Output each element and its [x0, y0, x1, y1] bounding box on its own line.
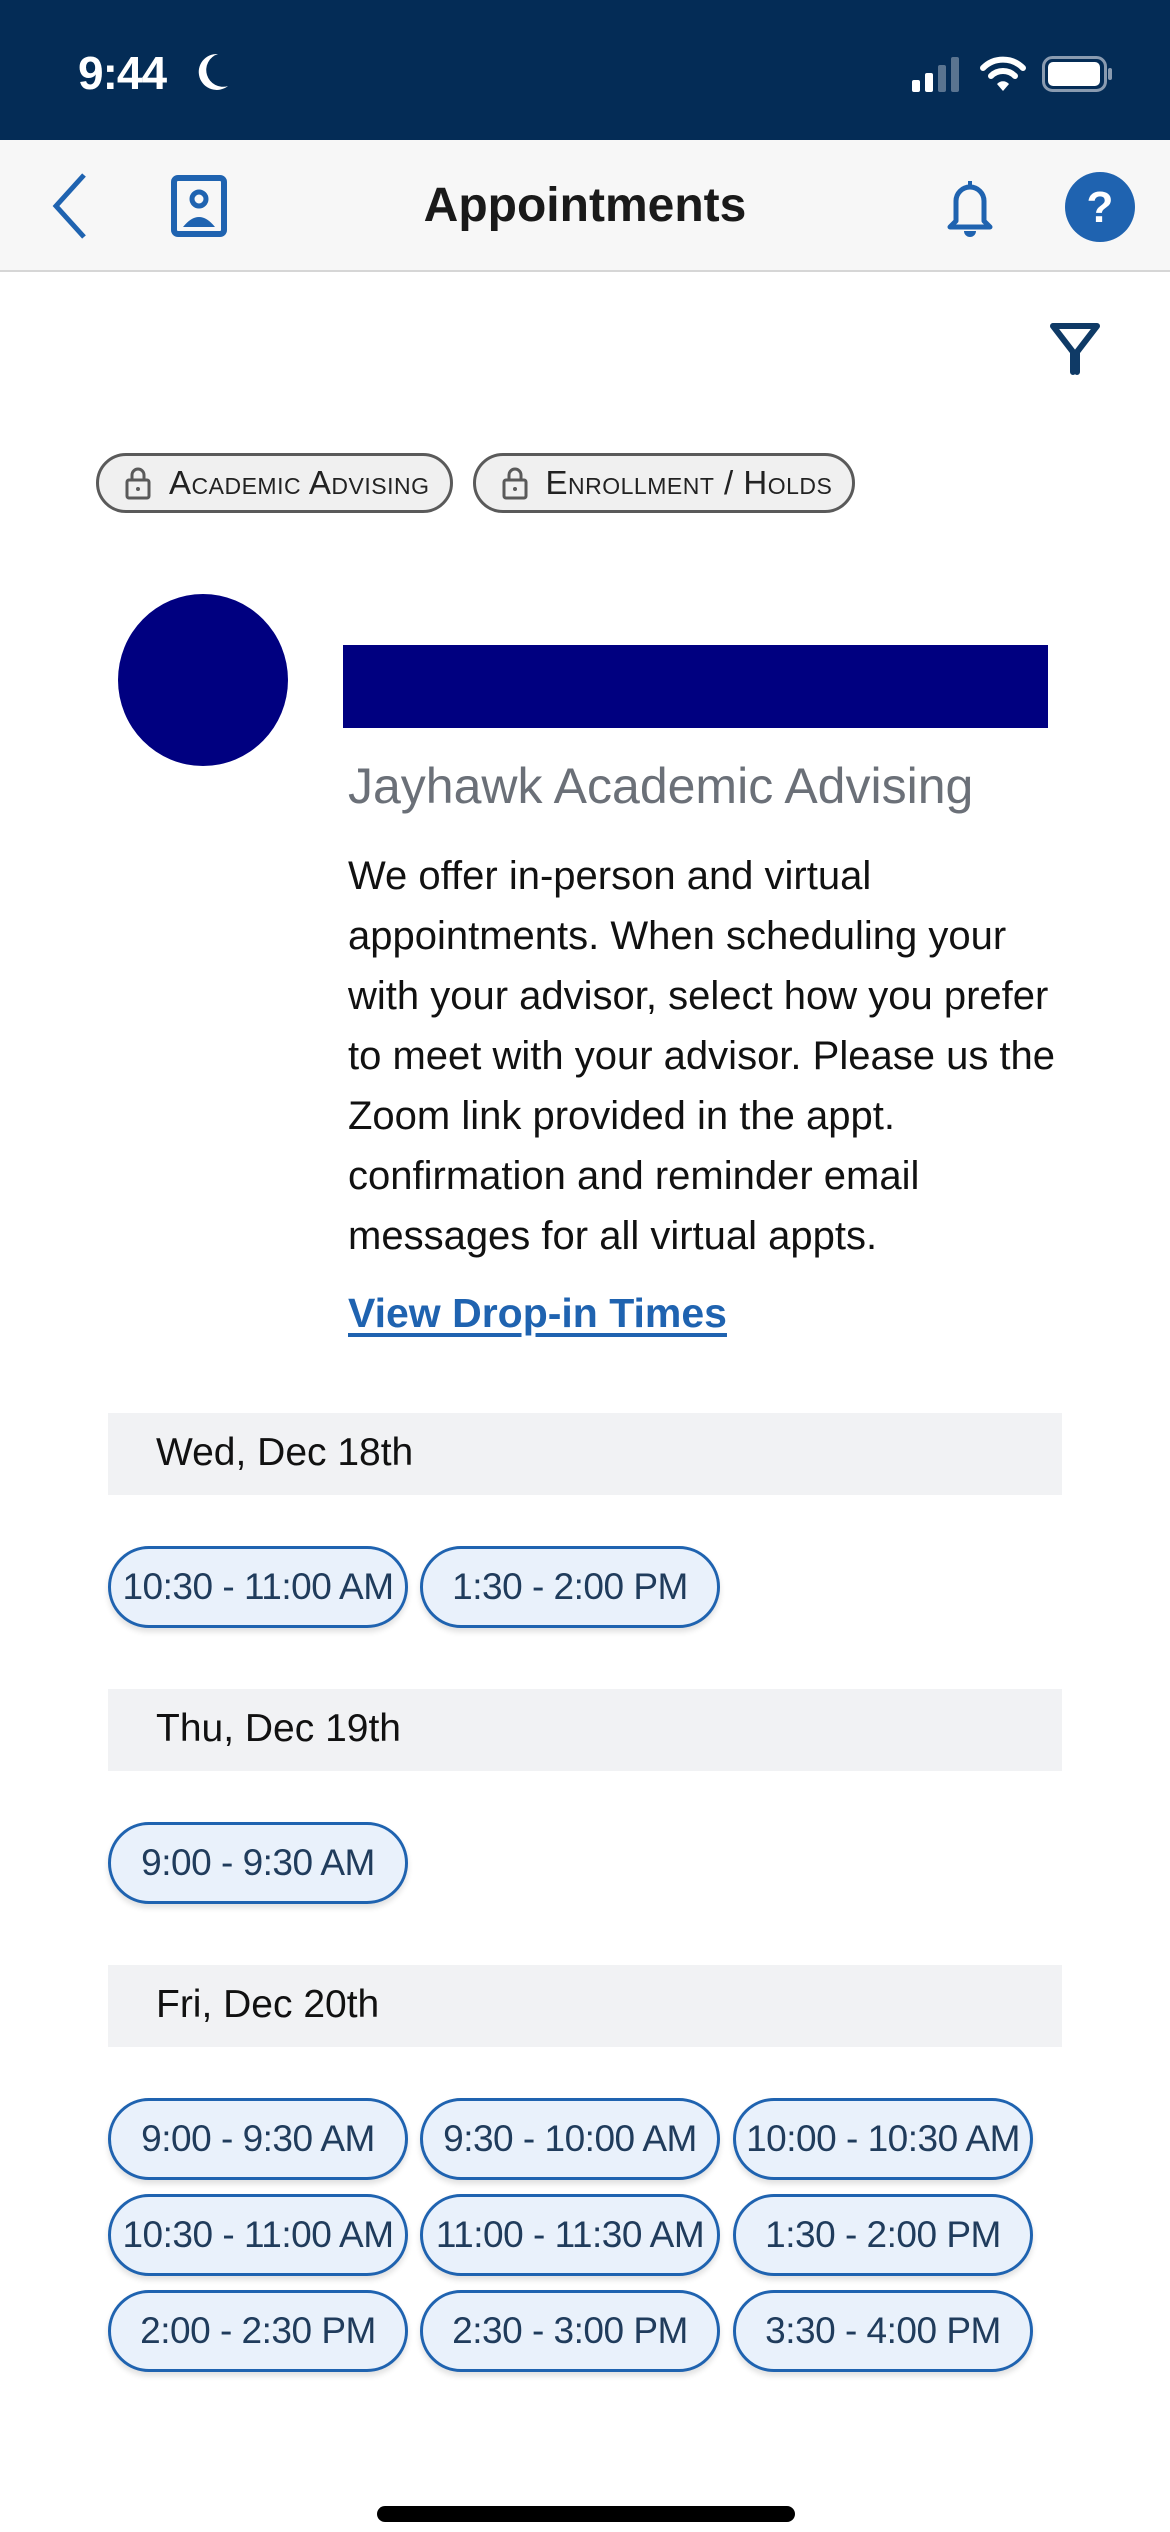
- date-label: Wed, Dec 18th: [156, 1431, 414, 1474]
- status-time: 9:44: [78, 47, 167, 99]
- home-indicator[interactable]: [377, 2506, 795, 2522]
- date-header: Thu, Dec 19th: [108, 1689, 1062, 1771]
- chip-label: Academic Advising: [169, 464, 430, 501]
- chip-enrollment-holds[interactable]: Enrollment / Holds: [472, 453, 856, 513]
- filter-icon: [1050, 323, 1100, 375]
- svg-text:?: ?: [1087, 183, 1114, 232]
- lock-icon: [125, 467, 151, 500]
- time-slot-button[interactable]: 10:00 - 10:30 AM: [733, 2098, 1033, 2180]
- help-button[interactable]: ?: [1064, 171, 1136, 243]
- time-slot-button[interactable]: 2:30 - 3:00 PM: [420, 2290, 720, 2372]
- advisor-org-name: Jayhawk Academic Advising: [348, 758, 974, 814]
- cellular-signal-icon: [912, 57, 959, 92]
- time-slot-button[interactable]: 11:00 - 11:30 AM: [420, 2194, 720, 2276]
- date-label: Thu, Dec 19th: [156, 1707, 401, 1750]
- time-slot-button[interactable]: 3:30 - 4:00 PM: [733, 2290, 1033, 2372]
- chip-label: Enrollment / Holds: [545, 464, 833, 501]
- time-slot-button[interactable]: 10:30 - 11:00 AM: [108, 2194, 408, 2276]
- time-slot-button[interactable]: 1:30 - 2:00 PM: [733, 2194, 1033, 2276]
- date-header: Wed, Dec 18th: [108, 1413, 1062, 1495]
- battery-icon: [1042, 56, 1112, 92]
- time-slot-button[interactable]: 9:00 - 9:30 AM: [108, 1822, 408, 1904]
- advisor-avatar: [118, 594, 288, 766]
- category-chips: Academic Advising Enrollment / Holds: [96, 453, 856, 513]
- wifi-icon: [980, 56, 1026, 91]
- notifications-button[interactable]: [936, 176, 1004, 240]
- nav-bar: Appointments ?: [0, 140, 1170, 272]
- view-drop-in-times-link[interactable]: View Drop-in Times: [348, 1290, 727, 1337]
- advisor-description: We offer in-person and virtual appointme…: [348, 854, 1056, 1258]
- lock-icon: [502, 467, 528, 500]
- status-bar: 9:44: [0, 0, 1170, 140]
- filter-button[interactable]: [1045, 318, 1105, 378]
- moon-icon: [198, 53, 228, 90]
- date-header: Fri, Dec 20th: [108, 1965, 1062, 2047]
- date-label: Fri, Dec 20th: [156, 1983, 380, 2026]
- time-slot-button[interactable]: 2:00 - 2:30 PM: [108, 2290, 408, 2372]
- time-slot-button[interactable]: 10:30 - 11:00 AM: [108, 1546, 408, 1628]
- bell-icon: [947, 181, 993, 237]
- time-slot-button[interactable]: 9:30 - 10:00 AM: [420, 2098, 720, 2180]
- time-slot-button[interactable]: 9:00 - 9:30 AM: [108, 2098, 408, 2180]
- advisor-name-redacted: [343, 645, 1048, 728]
- time-slot-button[interactable]: 1:30 - 2:00 PM: [420, 1546, 720, 1628]
- chip-academic-advising[interactable]: Academic Advising: [96, 453, 453, 513]
- question-circle-icon: ?: [1065, 172, 1135, 242]
